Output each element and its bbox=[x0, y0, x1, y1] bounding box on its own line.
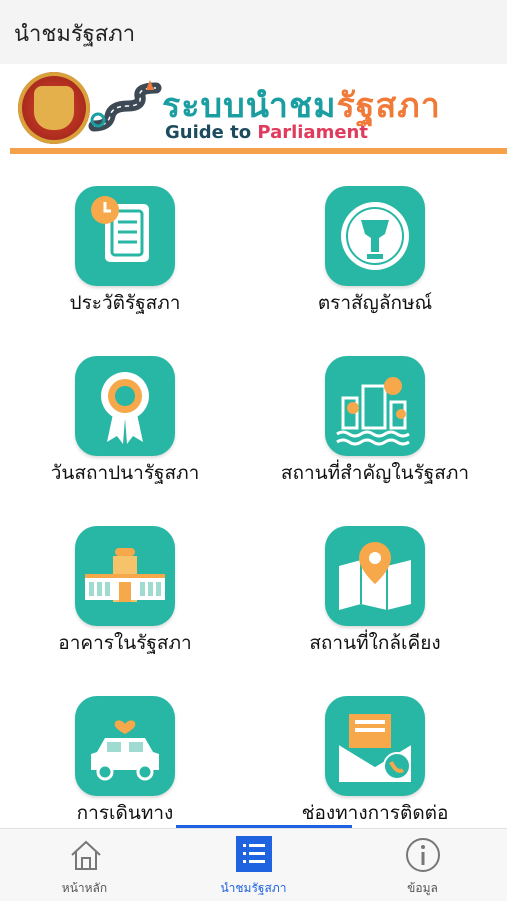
menu-item-label: วันสถาปนารัฐสภา bbox=[50, 462, 200, 484]
banner-title-part1: ระบบนำชม bbox=[162, 86, 337, 126]
menu-item-label: สถานที่ใกล้เคียง bbox=[309, 632, 441, 654]
menu-item-label: สถานที่สำคัญในรัฐสภา bbox=[280, 462, 470, 484]
bottom-tab-bar: หน้าหลัก นำชมรัฐสภา ข้อมูล bbox=[0, 828, 507, 901]
menu-item-label: ช่องทางการติดต่อ bbox=[301, 802, 449, 824]
ribbon-badge-icon bbox=[75, 356, 175, 456]
banner-underline bbox=[10, 148, 507, 154]
document-clock-icon bbox=[75, 186, 175, 286]
page-title: นำชมรัฐสภา bbox=[14, 22, 136, 47]
banner-subtitle: Guide to Parliament bbox=[165, 122, 368, 143]
app-header: นำชมรัฐสภา bbox=[0, 0, 507, 65]
landmark-buildings-icon bbox=[325, 356, 425, 456]
parliament-emblem-logo bbox=[18, 72, 90, 144]
menu-item-label: ตราสัญลักษณ์ bbox=[317, 292, 433, 314]
emblem-icon bbox=[325, 186, 425, 286]
menu-item-label: การเดินทาง bbox=[76, 802, 174, 824]
home-icon bbox=[71, 840, 101, 870]
menu-item-label: ประวัติรัฐสภา bbox=[69, 292, 181, 314]
tab-label: นำชมรัฐสภา bbox=[220, 881, 287, 895]
list-icon bbox=[236, 836, 272, 872]
banner-title-part2: รัฐสภา bbox=[336, 86, 441, 126]
menu-item-travel[interactable]: การเดินทาง bbox=[0, 666, 250, 826]
tab-label: ข้อมูล bbox=[407, 881, 438, 895]
tab-label: หน้าหลัก bbox=[61, 881, 108, 895]
mail-phone-icon bbox=[325, 696, 425, 796]
menu-item-founding-day[interactable]: วันสถาปนารัฐสภา bbox=[0, 326, 250, 486]
tab-home[interactable]: หน้าหลัก bbox=[0, 829, 169, 901]
tab-guide[interactable]: นำชมรัฐสภา bbox=[169, 829, 338, 901]
tab-info[interactable]: ข้อมูล bbox=[338, 829, 507, 901]
road-logo-icon bbox=[88, 80, 162, 132]
menu-item-nearby[interactable]: สถานที่ใกล้เคียง bbox=[250, 496, 500, 656]
menu-item-landmarks[interactable]: สถานที่สำคัญในรัฐสภา bbox=[250, 326, 500, 486]
menu-item-contact[interactable]: ช่องทางการติดต่อ bbox=[250, 666, 500, 826]
car-icon bbox=[75, 696, 175, 796]
building-icon bbox=[75, 526, 175, 626]
menu-item-history[interactable]: ประวัติรัฐสภา bbox=[0, 156, 250, 316]
banner-subtitle-part1: Guide to bbox=[165, 122, 258, 143]
menu-item-emblem[interactable]: ตราสัญลักษณ์ bbox=[250, 156, 500, 316]
menu-item-label: อาคารในรัฐสภา bbox=[58, 632, 192, 654]
banner-subtitle-part2: Parliament bbox=[257, 122, 368, 143]
menu-item-buildings[interactable]: อาคารในรัฐสภา bbox=[0, 496, 250, 656]
banner: ระบบนำชมรัฐสภา Guide to Parliament bbox=[0, 64, 507, 156]
map-pin-icon bbox=[325, 526, 425, 626]
info-icon bbox=[406, 838, 440, 872]
